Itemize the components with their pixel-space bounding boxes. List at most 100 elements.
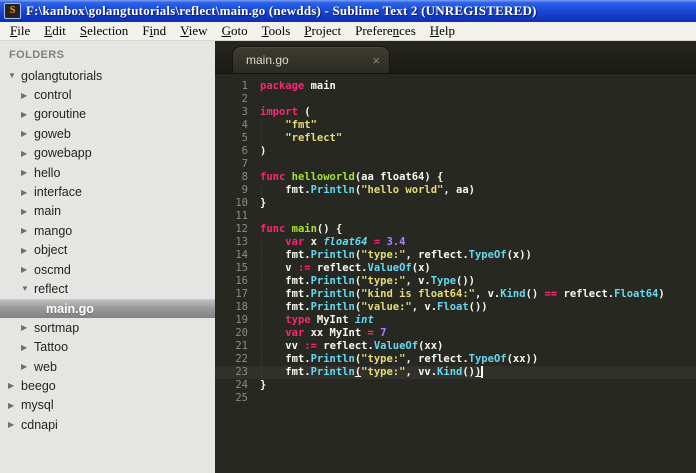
code-line-12[interactable]: 12 func main() { xyxy=(215,223,696,236)
code-line-7[interactable]: 7 xyxy=(215,158,696,171)
item-label: control xyxy=(34,88,72,103)
code-text: fmt.Println("type:", v.Type()) xyxy=(260,275,475,287)
code-line-21[interactable]: 21 vv := reflect.ValueOf(xx) xyxy=(215,340,696,353)
code-line-20[interactable]: 20 var xx MyInt = 7 xyxy=(215,327,696,340)
menu-file[interactable]: File xyxy=(3,22,37,40)
line-number: 13 xyxy=(235,236,248,248)
item-label: object xyxy=(34,243,68,258)
triangle-right-icon[interactable]: ▶ xyxy=(21,246,34,255)
title-bar: S F:\kanbox\golangtutorials\reflect\main… xyxy=(0,0,696,22)
code-line-11[interactable]: 11 xyxy=(215,210,696,223)
sidebar-item-control[interactable]: ▶ control xyxy=(0,85,215,104)
menu-preferences[interactable]: Preferences xyxy=(348,22,423,40)
sidebar-item-reflect[interactable]: ▼ reflect xyxy=(0,279,215,298)
code-line-24[interactable]: 24} xyxy=(215,379,696,392)
code-text: ) xyxy=(260,145,267,157)
item-label: sortmap xyxy=(34,320,80,335)
menu-selection[interactable]: Selection xyxy=(73,22,135,40)
code-line-18[interactable]: 18 fmt.Println("value:", v.Float()) xyxy=(215,301,696,314)
sidebar-item-main[interactable]: ▶ main xyxy=(0,202,215,221)
item-label: oscmd xyxy=(34,262,71,277)
code-line-6[interactable]: 6) xyxy=(215,145,696,158)
menu-edit[interactable]: Edit xyxy=(37,22,73,40)
sidebar-item-sortmap[interactable]: ▶ sortmap xyxy=(0,318,215,337)
menu-find[interactable]: Find xyxy=(135,22,173,40)
sidebar-item-oscmd[interactable]: ▶ oscmd xyxy=(0,260,215,279)
line-number: 17 xyxy=(235,288,248,300)
triangle-down-icon[interactable]: ▼ xyxy=(8,71,21,80)
code-line-22[interactable]: 22 fmt.Println("type:", reflect.TypeOf(x… xyxy=(215,353,696,366)
code-text: import ( xyxy=(260,106,311,118)
triangle-right-icon[interactable]: ▶ xyxy=(21,91,34,100)
code-line-4[interactable]: 4 "fmt" xyxy=(215,119,696,132)
triangle-right-icon[interactable]: ▶ xyxy=(21,265,34,274)
triangle-right-icon[interactable]: ▶ xyxy=(21,323,34,332)
code-line-14[interactable]: 14 fmt.Println("type:", reflect.TypeOf(x… xyxy=(215,249,696,262)
sublime-text-icon: S xyxy=(4,3,21,19)
sidebar-item-beego[interactable]: ▶ beego xyxy=(0,376,215,395)
code-line-23[interactable]: 23 fmt.Println("type:", vv.Kind()) xyxy=(215,366,696,379)
code-line-1[interactable]: 1 package main xyxy=(215,80,696,93)
code-line-13[interactable]: 13 var x float64 = 3.4 xyxy=(215,236,696,249)
folders-header: FOLDERS xyxy=(9,49,65,61)
triangle-right-icon[interactable]: ▶ xyxy=(21,343,34,352)
item-label: golangtutorials xyxy=(21,68,103,83)
triangle-right-icon[interactable]: ▶ xyxy=(21,110,34,119)
sidebar-item-goroutine[interactable]: ▶ goroutine xyxy=(0,105,215,124)
code-line-17[interactable]: 17 fmt.Println("kind is float64:", v.Kin… xyxy=(215,288,696,301)
triangle-right-icon[interactable]: ▶ xyxy=(21,362,34,371)
sidebar-item-mango[interactable]: ▶ mango xyxy=(0,221,215,240)
triangle-right-icon[interactable]: ▶ xyxy=(8,420,21,429)
menu-view[interactable]: View xyxy=(173,22,214,40)
triangle-right-icon[interactable]: ▶ xyxy=(21,226,34,235)
line-number: 9 xyxy=(241,184,248,196)
triangle-right-icon[interactable]: ▶ xyxy=(21,207,34,216)
menu-project[interactable]: Project xyxy=(297,22,348,40)
triangle-right-icon[interactable]: ▶ xyxy=(8,401,21,410)
code-line-2[interactable]: 2 xyxy=(215,93,696,106)
sidebar: FOLDERS ▼ golangtutorials ▶ control ▶ gorouti… xyxy=(0,41,215,473)
code-text: package main xyxy=(260,80,336,92)
sidebar-item-gowebapp[interactable]: ▶ gowebapp xyxy=(0,144,215,163)
triangle-right-icon[interactable]: ▶ xyxy=(21,129,34,138)
menu-help[interactable]: Help xyxy=(423,22,462,40)
menu-bar: File Edit Selection Find View Goto Tools Projec… xyxy=(0,22,696,41)
triangle-down-icon[interactable]: ▼ xyxy=(21,284,34,293)
item-label: reflect xyxy=(34,281,69,296)
menu-tools[interactable]: Tools xyxy=(255,22,298,40)
code-text: "fmt" xyxy=(285,119,317,131)
item-label: web xyxy=(34,359,57,374)
sidebar-item-web[interactable]: ▶ web xyxy=(0,357,215,376)
menu-goto[interactable]: Goto xyxy=(215,22,255,40)
sidebar-item-interface[interactable]: ▶ interface xyxy=(0,182,215,201)
sidebar-item-hello[interactable]: ▶ hello xyxy=(0,163,215,182)
tab-main-go[interactable]: main.go × xyxy=(232,46,390,73)
item-label: mango xyxy=(34,223,73,238)
sidebar-item-goweb[interactable]: ▶ goweb xyxy=(0,124,215,143)
close-icon[interactable]: × xyxy=(372,54,380,67)
line-number: 25 xyxy=(235,392,248,404)
sidebar-item-mysql[interactable]: ▶ mysql xyxy=(0,396,215,415)
code-line-5[interactable]: 5 "reflect" xyxy=(215,132,696,145)
code-area[interactable]: 1 package main 2 3 import (4 "fmt" 5 "reflect… xyxy=(215,74,696,473)
code-line-15[interactable]: 15 v := reflect.ValueOf(x) xyxy=(215,262,696,275)
triangle-right-icon[interactable]: ▶ xyxy=(21,149,34,158)
code-line-10[interactable]: 10} xyxy=(215,197,696,210)
code-line-25[interactable]: 25 xyxy=(215,392,696,405)
sidebar-item-main-go[interactable]: main.go xyxy=(0,298,215,319)
sidebar-item-golangtutorials[interactable]: ▼ golangtutorials xyxy=(0,66,215,85)
item-label: mysql xyxy=(21,398,54,413)
sidebar-item-cdnapi[interactable]: ▶ cdnapi xyxy=(0,415,215,434)
code-line-19[interactable]: 19 type MyInt int xyxy=(215,314,696,327)
triangle-right-icon[interactable]: ▶ xyxy=(8,381,21,390)
code-text: var x float64 = 3.4 xyxy=(285,236,406,248)
code-line-16[interactable]: 16 fmt.Println("type:", v.Type()) xyxy=(215,275,696,288)
code-line-3[interactable]: 3 import ( xyxy=(215,106,696,119)
sidebar-item-object[interactable]: ▶ object xyxy=(0,241,215,260)
triangle-right-icon[interactable]: ▶ xyxy=(21,188,34,197)
triangle-right-icon[interactable]: ▶ xyxy=(21,168,34,177)
line-number: 7 xyxy=(241,158,248,170)
code-line-9[interactable]: 9 fmt.Println("hello world", aa) xyxy=(215,184,696,197)
code-line-8[interactable]: 8 func helloworld(aa float64) { xyxy=(215,171,696,184)
sidebar-item-tattoo[interactable]: ▶ Tattoo xyxy=(0,337,215,356)
